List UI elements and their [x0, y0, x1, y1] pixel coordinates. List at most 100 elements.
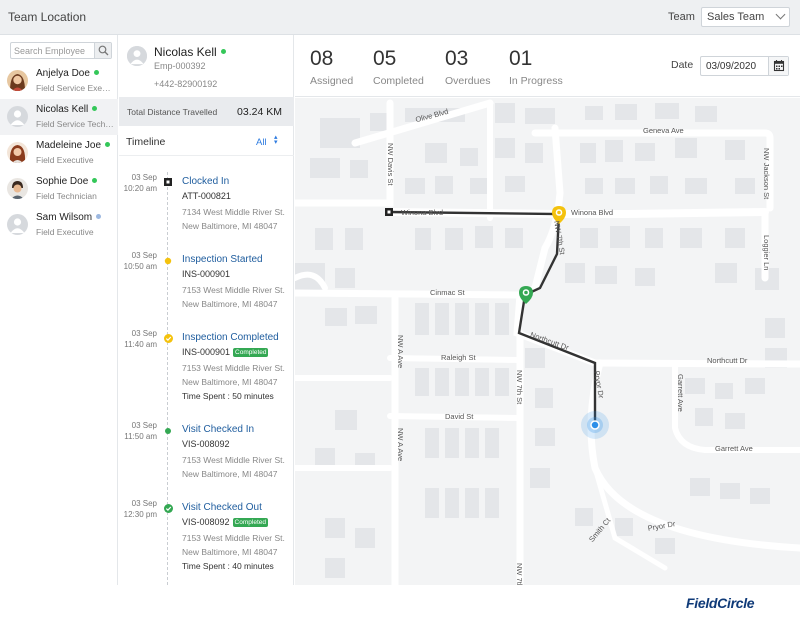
timeline-filter[interactable]: All — [256, 137, 267, 148]
employee-role: Field Service Executive — [36, 83, 114, 93]
timeline-title[interactable]: Inspection Started — [182, 254, 263, 265]
clock-in-marker-icon — [164, 178, 172, 186]
employee-name: Anjelya Doe — [36, 68, 90, 79]
employee-header: Nicolas Kell Emp-000392 +442-82900192 — [119, 35, 294, 97]
timeline-title[interactable]: Visit Checked Out — [182, 502, 262, 513]
timeline-address-line2: New Baltimore, MI 48047 — [182, 221, 278, 231]
status-dot — [92, 178, 98, 183]
employee-name: Madeleine Joe — [36, 140, 102, 151]
stat-assigned[interactable]: 08 Assigned — [310, 47, 353, 87]
check-circle-icon — [164, 504, 173, 513]
check-circle-icon — [164, 334, 173, 343]
employee-detail-name: Nicolas Kell — [154, 45, 217, 59]
top-bar: Team Location Team Sales Team — [0, 0, 800, 35]
street-label: Raleigh St — [441, 353, 476, 362]
page-title: Team Location — [8, 10, 87, 24]
status-dot — [220, 49, 226, 54]
avatar — [7, 178, 28, 199]
street-label: Garrett Ave — [676, 374, 685, 412]
timeline-ref: INS-000901 — [182, 269, 231, 279]
street-label: NW 7th St — [515, 563, 524, 585]
employee-name: Nicolas Kell — [36, 104, 89, 115]
distance-summary: Total Distance Travelled 03.24 KM — [119, 97, 294, 126]
timeline-time: 10:50 am — [123, 262, 157, 271]
street-label: Northcutt Dr — [707, 356, 748, 365]
employee-role: Field Technician — [36, 191, 97, 201]
employee-search — [10, 42, 112, 59]
date-input[interactable] — [701, 57, 769, 75]
street-label: Loggier Ln — [762, 235, 771, 271]
timeline-address-line2: New Baltimore, MI 48047 — [182, 469, 278, 479]
current-location-dot — [590, 420, 600, 430]
calendar-button[interactable] — [768, 57, 788, 75]
date-label: Date — [671, 59, 694, 71]
search-input[interactable] — [11, 43, 95, 58]
timeline-address-line2: New Baltimore, MI 48047 — [182, 299, 278, 309]
time-spent: Time Spent : 40 minutes — [182, 561, 274, 571]
employee-list: Anjelya Doe Field Service Executive Nico… — [0, 35, 118, 585]
status-dot — [105, 142, 111, 147]
timeline-date: 03 Sep — [131, 329, 157, 338]
timeline-address-line1: 7153 West Middle River St. — [182, 363, 285, 373]
employee-item-sophie-doe[interactable]: Sophie Doe Field Technician — [0, 171, 118, 207]
status-badge: Completed — [233, 348, 269, 357]
stat-in-progress[interactable]: 01 In Progress — [509, 47, 563, 87]
stat-label: Completed — [373, 75, 424, 87]
search-button[interactable] — [94, 43, 111, 58]
map-view[interactable]: Olive Blvd Geneva Ave NW Davis St NW Jac… — [295, 98, 800, 585]
team-select-value: Sales Team — [707, 11, 765, 23]
timeline-title[interactable]: Clocked In — [182, 176, 229, 187]
street-label: David St — [445, 412, 474, 421]
timeline-address-line1: 7153 West Middle River St. — [182, 455, 285, 465]
employee-role: Field Service Technician — [36, 119, 114, 129]
employee-item-anjelya-doe[interactable]: Anjelya Doe Field Service Executive — [0, 63, 118, 99]
street-label: NW Davis St — [386, 143, 395, 186]
team-label: Team — [668, 11, 695, 23]
employee-detail-panel: Nicolas Kell Emp-000392 +442-82900192 To… — [119, 35, 294, 585]
timeline-header: Timeline All ▴ ▾ — [119, 126, 294, 156]
timeline-time: 10:20 am — [123, 184, 157, 193]
timeline-title[interactable]: Visit Checked In — [182, 424, 254, 435]
stats-bar: 08 Assigned 05 Completed 03 Overdues 01 … — [295, 35, 800, 97]
timeline-date: 03 Sep — [131, 499, 157, 508]
time-spent: Time Spent : 50 minutes — [182, 391, 274, 401]
timeline-line — [167, 172, 168, 585]
employee-item-nicolas-kell[interactable]: Nicolas Kell Field Service Technician — [0, 99, 118, 135]
stat-completed[interactable]: 05 Completed — [373, 47, 424, 87]
employee-item-sam-wilsom[interactable]: Sam Wilsom Field Executive — [0, 207, 118, 243]
timeline-ref: VIS-008092 — [182, 439, 230, 449]
calendar-icon — [773, 60, 785, 72]
timeline-address-line1: 7134 West Middle River St. — [182, 207, 285, 217]
search-icon — [98, 45, 109, 56]
avatar-placeholder — [7, 214, 28, 235]
distance-label: Total Distance Travelled — [127, 107, 218, 117]
timeline-title: Timeline — [126, 136, 166, 148]
timeline-address-line2: New Baltimore, MI 48047 — [182, 547, 278, 557]
timeline-title[interactable]: Inspection Completed — [182, 332, 279, 343]
sort-icon[interactable]: ▴ ▾ — [274, 134, 278, 146]
employee-item-madeleine-joe[interactable]: Madeleine Joe Field Executive — [0, 135, 118, 171]
chevron-down-icon — [775, 9, 786, 20]
timeline-ref: ATT-000821 — [182, 191, 231, 201]
timeline-address-line1: 7153 West Middle River St. — [182, 285, 285, 295]
status-badge: Completed — [232, 518, 268, 527]
timeline-time: 11:50 am — [124, 432, 157, 441]
stat-label: Overdues — [445, 75, 491, 87]
timeline-address-line2: New Baltimore, MI 48047 — [182, 377, 278, 387]
street-label: NW A Ave — [396, 428, 405, 462]
stat-value: 03 — [445, 47, 469, 70]
stat-value: 08 — [310, 47, 334, 70]
distance-value: 03.24 KM — [237, 106, 282, 118]
timeline-date: 03 Sep — [131, 251, 157, 260]
street-label: NW A Ave — [396, 335, 405, 369]
stat-label: Assigned — [310, 75, 354, 87]
stat-value: 01 — [509, 47, 533, 70]
date-picker — [700, 56, 789, 76]
timeline-time: 11:40 am — [124, 340, 157, 349]
employee-phone: +442-82900192 — [154, 79, 218, 89]
timeline-date: 03 Sep — [131, 421, 157, 430]
stat-overdues[interactable]: 03 Overdues — [445, 47, 491, 87]
timeline-ref: VIS-008092 — [182, 517, 230, 527]
avatar-placeholder — [127, 46, 147, 66]
team-select[interactable]: Sales Team — [701, 7, 790, 27]
